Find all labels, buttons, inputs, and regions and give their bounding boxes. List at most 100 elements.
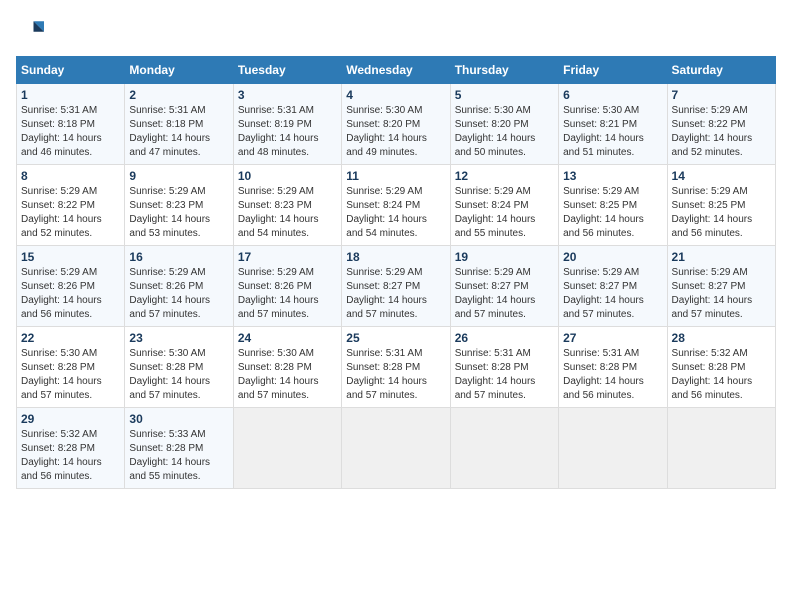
day-number: 16 [129, 250, 228, 264]
logo [16, 16, 48, 44]
calendar-week-row: 29Sunrise: 5:32 AM Sunset: 8:28 PM Dayli… [17, 408, 776, 489]
day-info: Sunrise: 5:29 AM Sunset: 8:27 PM Dayligh… [455, 266, 554, 322]
day-info: Sunrise: 5:30 AM Sunset: 8:28 PM Dayligh… [21, 347, 120, 403]
day-info: Sunrise: 5:30 AM Sunset: 8:20 PM Dayligh… [346, 104, 445, 160]
calendar-cell: 5 Sunrise: 5:30 AM Sunset: 8:20 PM Daylig… [450, 84, 558, 165]
calendar-cell: 17 Sunrise: 5:29 AM Sunset: 8:26 PM Dayli… [233, 246, 341, 327]
calendar-cell: 6 Sunrise: 5:30 AM Sunset: 8:21 PM Daylig… [559, 84, 667, 165]
day-number: 25 [346, 331, 445, 345]
calendar-cell: 28Sunrise: 5:32 AM Sunset: 8:28 PM Dayli… [667, 327, 775, 408]
day-number: 30 [129, 412, 228, 426]
calendar-week-row: 15 Sunrise: 5:29 AM Sunset: 8:26 PM Dayli… [17, 246, 776, 327]
day-info: Sunrise: 5:29 AM Sunset: 8:22 PM Dayligh… [672, 104, 771, 160]
calendar-cell: 7Sunrise: 5:29 AM Sunset: 8:22 PM Daylig… [667, 84, 775, 165]
calendar-cell: 10Sunrise: 5:29 AM Sunset: 8:23 PM Dayli… [233, 165, 341, 246]
day-info: Sunrise: 5:31 AM Sunset: 8:28 PM Dayligh… [455, 347, 554, 403]
logo-icon [16, 16, 44, 44]
calendar-cell [559, 408, 667, 489]
day-number: 5 [455, 88, 554, 102]
day-number: 23 [129, 331, 228, 345]
calendar-cell: 2 Sunrise: 5:31 AM Sunset: 8:18 PM Daylig… [125, 84, 233, 165]
calendar-cell: 18 Sunrise: 5:29 AM Sunset: 8:27 PM Dayli… [342, 246, 450, 327]
day-number: 24 [238, 331, 337, 345]
calendar-cell: 15 Sunrise: 5:29 AM Sunset: 8:26 PM Dayli… [17, 246, 125, 327]
day-info: Sunrise: 5:31 AM Sunset: 8:18 PM Dayligh… [129, 104, 228, 160]
calendar-cell: 26 Sunrise: 5:31 AM Sunset: 8:28 PM Dayli… [450, 327, 558, 408]
day-number: 21 [672, 250, 771, 264]
day-info: Sunrise: 5:30 AM Sunset: 8:28 PM Dayligh… [238, 347, 337, 403]
day-number: 9 [129, 169, 228, 183]
calendar-cell: 9 Sunrise: 5:29 AM Sunset: 8:23 PM Daylig… [125, 165, 233, 246]
calendar-cell [233, 408, 341, 489]
day-header-monday: Monday [125, 57, 233, 84]
day-number: 17 [238, 250, 337, 264]
day-info: Sunrise: 5:29 AM Sunset: 8:27 PM Dayligh… [672, 266, 771, 322]
day-info: Sunrise: 5:29 AM Sunset: 8:26 PM Dayligh… [129, 266, 228, 322]
day-info: Sunrise: 5:29 AM Sunset: 8:24 PM Dayligh… [455, 185, 554, 241]
day-info: Sunrise: 5:32 AM Sunset: 8:28 PM Dayligh… [21, 428, 120, 484]
day-info: Sunrise: 5:29 AM Sunset: 8:26 PM Dayligh… [238, 266, 337, 322]
calendar-cell: 30 Sunrise: 5:33 AM Sunset: 8:28 PM Dayli… [125, 408, 233, 489]
day-info: Sunrise: 5:29 AM Sunset: 8:27 PM Dayligh… [563, 266, 662, 322]
day-info: Sunrise: 5:30 AM Sunset: 8:28 PM Dayligh… [129, 347, 228, 403]
day-info: Sunrise: 5:29 AM Sunset: 8:25 PM Dayligh… [672, 185, 771, 241]
day-number: 14 [672, 169, 771, 183]
calendar-cell: 1 Sunrise: 5:31 AM Sunset: 8:18 PM Daylig… [17, 84, 125, 165]
day-number: 3 [238, 88, 337, 102]
calendar-week-row: 22 Sunrise: 5:30 AM Sunset: 8:28 PM Dayli… [17, 327, 776, 408]
calendar-cell [667, 408, 775, 489]
day-info: Sunrise: 5:31 AM Sunset: 8:28 PM Dayligh… [563, 347, 662, 403]
day-number: 6 [563, 88, 662, 102]
calendar-cell: 21 Sunrise: 5:29 AM Sunset: 8:27 PM Dayli… [667, 246, 775, 327]
calendar-cell [342, 408, 450, 489]
day-number: 2 [129, 88, 228, 102]
calendar-cell: 11 Sunrise: 5:29 AM Sunset: 8:24 PM Dayli… [342, 165, 450, 246]
day-header-thursday: Thursday [450, 57, 558, 84]
page-header [16, 16, 776, 44]
calendar-cell: 24 Sunrise: 5:30 AM Sunset: 8:28 PM Dayli… [233, 327, 341, 408]
day-header-saturday: Saturday [667, 57, 775, 84]
day-info: Sunrise: 5:31 AM Sunset: 8:18 PM Dayligh… [21, 104, 120, 160]
day-info: Sunrise: 5:31 AM Sunset: 8:28 PM Dayligh… [346, 347, 445, 403]
day-number: 15 [21, 250, 120, 264]
day-info: Sunrise: 5:29 AM Sunset: 8:26 PM Dayligh… [21, 266, 120, 322]
calendar-cell: 23 Sunrise: 5:30 AM Sunset: 8:28 PM Dayli… [125, 327, 233, 408]
day-info: Sunrise: 5:29 AM Sunset: 8:24 PM Dayligh… [346, 185, 445, 241]
calendar-cell: 12 Sunrise: 5:29 AM Sunset: 8:24 PM Dayli… [450, 165, 558, 246]
day-number: 27 [563, 331, 662, 345]
calendar-cell: 8 Sunrise: 5:29 AM Sunset: 8:22 PM Daylig… [17, 165, 125, 246]
day-number: 26 [455, 331, 554, 345]
day-info: Sunrise: 5:30 AM Sunset: 8:20 PM Dayligh… [455, 104, 554, 160]
calendar-cell: 19 Sunrise: 5:29 AM Sunset: 8:27 PM Dayli… [450, 246, 558, 327]
day-info: Sunrise: 5:29 AM Sunset: 8:25 PM Dayligh… [563, 185, 662, 241]
calendar-week-row: 1 Sunrise: 5:31 AM Sunset: 8:18 PM Daylig… [17, 84, 776, 165]
calendar-cell: 16 Sunrise: 5:29 AM Sunset: 8:26 PM Dayli… [125, 246, 233, 327]
calendar-cell: 14 Sunrise: 5:29 AM Sunset: 8:25 PM Dayli… [667, 165, 775, 246]
day-number: 4 [346, 88, 445, 102]
day-number: 22 [21, 331, 120, 345]
day-number: 19 [455, 250, 554, 264]
calendar-cell: 4 Sunrise: 5:30 AM Sunset: 8:20 PM Daylig… [342, 84, 450, 165]
day-header-friday: Friday [559, 57, 667, 84]
calendar-header-row: SundayMondayTuesdayWednesdayThursdayFrid… [17, 57, 776, 84]
day-number: 11 [346, 169, 445, 183]
day-number: 18 [346, 250, 445, 264]
day-number: 28 [672, 331, 771, 345]
day-info: Sunrise: 5:29 AM Sunset: 8:27 PM Dayligh… [346, 266, 445, 322]
day-header-tuesday: Tuesday [233, 57, 341, 84]
day-number: 10 [238, 169, 337, 183]
calendar-cell: 20Sunrise: 5:29 AM Sunset: 8:27 PM Dayli… [559, 246, 667, 327]
calendar-cell: 29Sunrise: 5:32 AM Sunset: 8:28 PM Dayli… [17, 408, 125, 489]
day-info: Sunrise: 5:33 AM Sunset: 8:28 PM Dayligh… [129, 428, 228, 484]
day-number: 1 [21, 88, 120, 102]
day-header-wednesday: Wednesday [342, 57, 450, 84]
calendar-cell: 25 Sunrise: 5:31 AM Sunset: 8:28 PM Dayli… [342, 327, 450, 408]
day-number: 8 [21, 169, 120, 183]
day-info: Sunrise: 5:29 AM Sunset: 8:23 PM Dayligh… [129, 185, 228, 241]
day-info: Sunrise: 5:30 AM Sunset: 8:21 PM Dayligh… [563, 104, 662, 160]
day-number: 12 [455, 169, 554, 183]
calendar-cell [450, 408, 558, 489]
calendar-cell: 27 Sunrise: 5:31 AM Sunset: 8:28 PM Dayli… [559, 327, 667, 408]
calendar-cell: 22 Sunrise: 5:30 AM Sunset: 8:28 PM Dayli… [17, 327, 125, 408]
day-info: Sunrise: 5:29 AM Sunset: 8:22 PM Dayligh… [21, 185, 120, 241]
